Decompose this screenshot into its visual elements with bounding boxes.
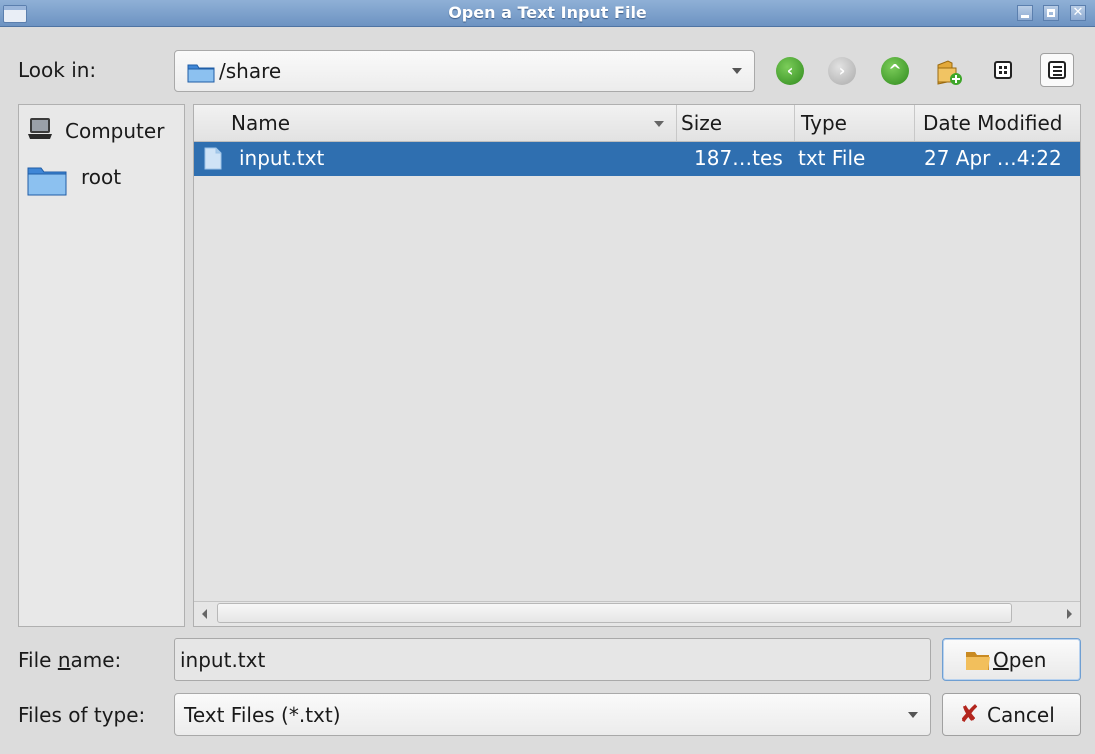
file-type-value: Text Files (*.txt) [184,703,341,727]
scroll-right-icon[interactable] [1058,602,1080,625]
chevron-down-icon [908,711,918,718]
look-in-path: /share [219,59,282,83]
file-type-cell: txt File [798,146,866,170]
chevron-down-icon [732,68,742,74]
table-row[interactable]: input.txt 187…tes txt File 27 Apr …4:22 [194,142,1080,176]
column-header-date-modified[interactable]: Date Modified [915,105,1080,141]
folder-icon [187,64,215,83]
file-name-input[interactable] [174,638,931,681]
column-header-label: Name [231,111,291,135]
mnemonic: O [993,648,1009,672]
column-header-row: Name Size Type Date Modified [194,105,1080,142]
scrollbar-thumb[interactable] [217,603,1012,623]
file-name-cell: input.txt [239,146,325,170]
column-header-label: Size [681,111,723,135]
folder-icon [27,167,67,196]
scroll-left-icon[interactable] [194,602,216,625]
close-button[interactable]: ✕ [1070,5,1086,21]
file-type-combo[interactable]: Text Files (*.txt) [174,693,931,736]
cancel-button-label: Cancel [987,703,1055,727]
sidebar-item-label: Computer [65,119,165,143]
look-in-combo[interactable]: /share [174,50,755,92]
mnemonic: n [57,648,71,672]
forward-button[interactable]: › [828,57,856,85]
parent-directory-button[interactable]: ^ [881,57,909,85]
open-button-label: Open [993,648,1046,672]
list-view-button[interactable] [986,53,1020,87]
file-dialog-window: Open a Text Input File ✕ Look in: /share… [0,0,1095,754]
file-size-cell: 187…tes [694,146,783,170]
look-in-label: Look in: [18,58,97,82]
cancel-x-icon: ✘ [959,700,980,728]
sidebar-item-computer[interactable]: Computer [27,113,177,147]
forward-arrow-icon: › [838,61,846,80]
list-view-icon [994,61,1012,79]
horizontal-scrollbar[interactable] [194,601,1080,626]
file-type-label: Files of type: [18,703,146,727]
places-sidebar: Computer root [18,104,185,627]
back-button[interactable]: ‹ [776,57,804,85]
new-folder-icon[interactable] [934,56,964,86]
column-header-label: Date Modified [923,111,1063,135]
open-folder-icon [966,652,990,670]
column-header-label: Type [801,111,847,135]
detail-view-button[interactable] [1040,53,1074,87]
text-file-icon [204,147,222,170]
computer-icon [28,118,52,139]
cancel-button[interactable]: ✘ Cancel [942,693,1081,736]
sidebar-item-label: root [81,165,122,189]
up-arrow-icon: ^ [888,61,902,80]
sidebar-item-root[interactable]: root [27,159,177,196]
maximize-button[interactable] [1043,5,1059,21]
label-part: ame: [70,648,122,672]
column-header-size[interactable]: Size [677,105,795,141]
detail-view-icon [1048,61,1066,79]
sort-descending-icon [654,121,664,127]
file-date-cell: 27 Apr …4:22 [924,146,1062,170]
label-part: File [18,648,58,672]
title-bar[interactable]: Open a Text Input File ✕ [0,0,1095,27]
open-button[interactable]: Open [942,638,1081,681]
minimize-button[interactable] [1017,5,1033,21]
back-arrow-icon: ‹ [786,61,794,80]
file-name-label: File name: [18,648,121,672]
file-list-view[interactable]: Name Size Type Date Modified input.txt 1… [193,104,1081,627]
label-part: pen [1008,648,1047,672]
column-header-type[interactable]: Type [795,105,915,141]
column-header-name[interactable]: Name [194,105,677,141]
window-title: Open a Text Input File [448,3,647,22]
